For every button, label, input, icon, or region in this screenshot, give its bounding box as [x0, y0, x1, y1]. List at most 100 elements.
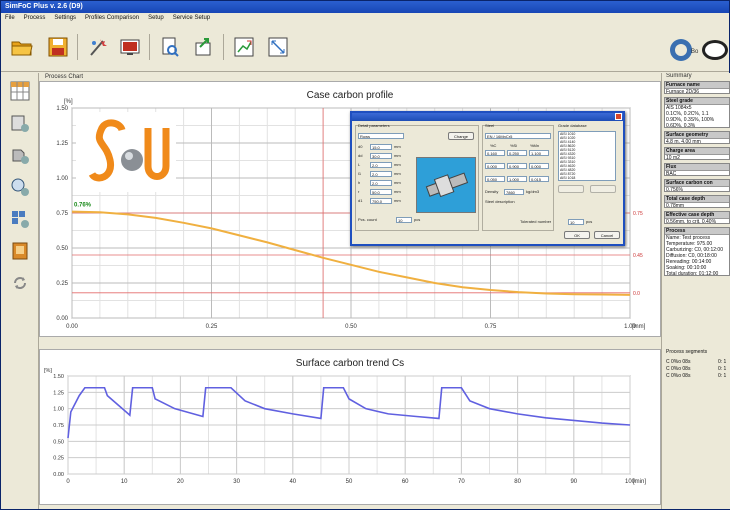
menu-bar: File Process Settings Profiles Compariso… [1, 13, 729, 24]
x-tick-label: 20 [177, 479, 184, 485]
summary-section-head: Effective case depth [665, 212, 729, 219]
tolerated-number-input[interactable]: 10 [568, 219, 584, 225]
y-tick-label: 1.00 [53, 407, 64, 413]
process-chart-label: Process Chart [45, 74, 84, 80]
y-tick-label: 1.50 [53, 374, 64, 380]
param-input[interactable]: 2.0 [370, 171, 392, 177]
chart-title: Surface carbon trend Cs [296, 358, 404, 369]
menu-process[interactable]: Process [24, 15, 46, 22]
database-remove-button[interactable] [590, 185, 616, 193]
refresh-button[interactable] [8, 271, 32, 295]
summary-section-value: 4.8 m, 4.00 mm [666, 139, 701, 144]
dialog-close-button[interactable] [615, 113, 622, 120]
summary-section-value: 10 m2 [666, 155, 680, 160]
ok-button[interactable]: OK [564, 231, 590, 239]
summary-section: Surface carbon con 0.756% [664, 179, 730, 192]
summary-section-head: Furnace name [665, 82, 729, 89]
param-input[interactable]: 2.0 [370, 180, 392, 186]
tolerated-number-unit: pcs [586, 219, 593, 224]
steel-grid-cell[interactable]: 1.000 [507, 176, 527, 182]
summary-section-head: Charge area [665, 148, 729, 155]
calculate-button[interactable] [85, 34, 111, 60]
x-tick-label: 0 [66, 479, 70, 485]
y-tick-label: 0.50 [53, 439, 64, 445]
menu-settings[interactable]: Settings [54, 15, 76, 22]
summary-section: Steel grade AlS 1084x5 0.1C%, 0.2C%, 1.1 0.… [664, 97, 730, 128]
steel-grid-cell[interactable]: 0.050 [485, 176, 505, 182]
steel-grid-cell[interactable]: 0.160 [485, 150, 505, 156]
preview-icon [162, 37, 179, 57]
steel-grid-header: %C [490, 143, 497, 148]
param-unit: mm [394, 153, 401, 158]
menu-file[interactable]: File [5, 15, 15, 22]
screen-button[interactable] [117, 34, 143, 60]
database-add-button[interactable] [558, 185, 584, 193]
y-tick-label: 1.50 [56, 106, 68, 112]
grade-database-list[interactable]: AISI 1010 AISI 1020 AISI 4140 AISI 8620 AISI… [558, 131, 616, 181]
summary-section-head: Total case depth [665, 196, 729, 203]
summary-section-head: Steel grade [665, 98, 729, 105]
param-input[interactable]: 2.0 [370, 162, 392, 168]
geometry-button[interactable] [8, 175, 32, 199]
window-title: SimFoC Plus v. 2.6 (D9) [5, 3, 83, 10]
chart-zoom-icon [268, 37, 288, 57]
process-setup-button[interactable] [8, 79, 32, 103]
zoom-chart-button[interactable] [265, 34, 291, 60]
export-button[interactable] [191, 34, 217, 60]
density-label: Density [485, 189, 499, 194]
param-input[interactable]: 30.0 [370, 153, 392, 159]
summary-section-head: Process [665, 228, 729, 235]
segment-row[interactable]: C 0%o 08s [666, 359, 690, 365]
add-chart-button[interactable] [231, 34, 257, 60]
dialog-title-bar[interactable] [352, 113, 623, 121]
param-input[interactable]: 750.0 [370, 198, 392, 204]
summary-section: Charge area 10 m2 [664, 147, 730, 160]
menu-setup[interactable]: Setup [148, 15, 164, 22]
detail-parameters-dialog: Detail parameters Rows Change d0 15.0 mm… [350, 111, 625, 246]
y-tick-label: 0.75 [53, 423, 64, 429]
furnace-button[interactable] [8, 111, 32, 135]
summary-section: Surface geometry 4.8 m, 4.00 mm [664, 131, 730, 144]
save-button[interactable] [45, 34, 71, 60]
toolbar-separator [77, 34, 78, 60]
steel-button[interactable] [8, 143, 32, 167]
menu-profiles-comparison[interactable]: Profiles Comparison [85, 15, 139, 22]
rows-select[interactable]: Rows [358, 133, 404, 139]
summary-title: Summary [666, 73, 692, 79]
y-tick-label: 0.25 [53, 456, 64, 462]
change-button[interactable]: Change [448, 132, 474, 140]
steel-grid-cell[interactable]: 0.000 [485, 163, 505, 169]
param-input[interactable]: 50.0 [370, 189, 392, 195]
steel-grid-cell[interactable]: 1.100 [529, 150, 549, 156]
open-folder-button[interactable] [9, 34, 35, 60]
steel-grid-cell[interactable]: 0.015 [529, 176, 549, 182]
x-tick-label: 80 [514, 479, 521, 485]
steel-grid-cell[interactable]: 0.000 [529, 163, 549, 169]
summary-section-value: Furnace 2D/36 [666, 89, 700, 94]
cancel-button[interactable]: Cancel [594, 231, 620, 239]
svg-text:Bo: Bo [691, 49, 699, 55]
steel-grid-cell[interactable]: 0.900 [507, 163, 527, 169]
y-tick-label: 1.00 [56, 176, 68, 182]
surface-value-annotation: 0.76% [74, 203, 92, 209]
param-input[interactable]: 15.0 [370, 144, 392, 150]
y-tick-label: 1.25 [56, 141, 68, 147]
density-input[interactable]: 7860 [504, 189, 524, 195]
summary-section: Total case depth 0.78mm [664, 195, 730, 208]
steel-grid-header: %Mn [530, 143, 540, 148]
charge-icon [12, 211, 29, 228]
pcs-count-input[interactable]: 10 [396, 217, 412, 223]
steel-select[interactable]: EN / 16MnCr5 [485, 133, 551, 139]
print-preview-button[interactable] [157, 34, 183, 60]
menu-service-setup[interactable]: Service Setup [173, 15, 210, 22]
steel-grid-cell[interactable]: 0.250 [507, 150, 527, 156]
left-sidebar [1, 73, 39, 509]
logo-sphere-highlight [125, 152, 133, 160]
report-button[interactable] [8, 239, 32, 263]
charge-button[interactable] [8, 207, 32, 231]
grade-database-item[interactable]: AISI 1018 [559, 176, 615, 180]
segment-row[interactable]: C 0%o 08s [666, 366, 690, 372]
summary-panel: Summary Furnace name Furnace 2D/36 Steel g… [661, 73, 730, 509]
param-unit: mm [394, 180, 401, 185]
segment-row[interactable]: C 0%o 08s [666, 373, 690, 379]
